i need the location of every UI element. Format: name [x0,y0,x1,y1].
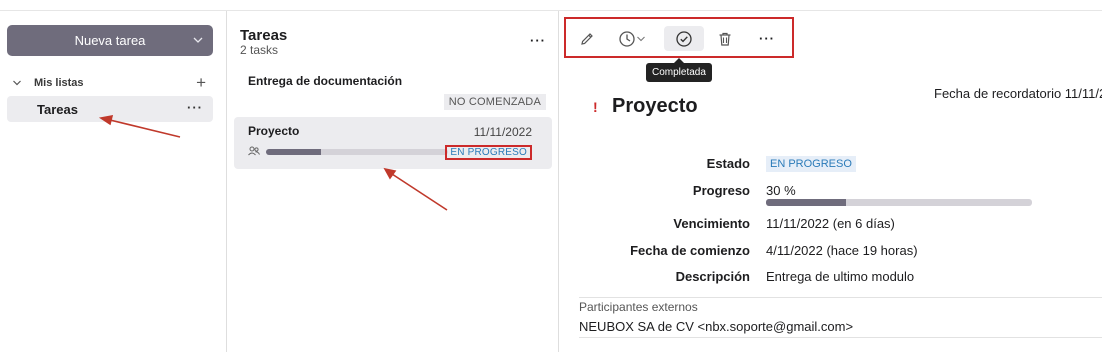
progress-bar[interactable] [766,199,1032,206]
vencimiento-value: 11/11/2022 (en 6 días) [766,216,895,231]
trash-icon [719,32,731,46]
group-label: Mis listas [34,77,84,89]
delete-button[interactable] [712,26,738,51]
people-icon [248,146,260,156]
comienzo-value: 4/11/2022 (hace 19 horas) [766,243,918,258]
chevron-down-icon [637,36,645,41]
reminder-button[interactable] [614,26,650,51]
task-date: 11/11/2022 [473,125,532,139]
my-lists-group[interactable]: Mis listas + [12,74,212,92]
task-count: 2 tasks [240,43,279,57]
complete-button[interactable] [664,26,704,51]
task-name: Proyecto [248,124,300,138]
page-title: Proyecto [612,95,698,117]
more-icon[interactable]: ··· [187,100,203,115]
comienzo-label: Fecha de comienzo [630,243,750,258]
plus-icon[interactable]: + [196,74,206,91]
descripcion-value: Entrega de ultimo modulo [766,269,915,284]
status-badge: NO COMENZADA [443,94,546,110]
vencimiento-label: Vencimiento [673,216,750,231]
priority-mark: ! [593,99,598,115]
list-item[interactable]: Proyecto 11/11/2022 EN PROGRESO [234,117,552,169]
list-title: Tareas [240,27,288,44]
more-icon[interactable]: ··· [754,26,780,51]
task-name: Entrega de documentación [248,74,403,88]
divider [579,297,1102,298]
sidebar-item-tareas[interactable]: Tareas ··· [7,96,213,122]
external-participants-label: Participantes externos [579,300,698,314]
edit-button[interactable] [574,26,600,51]
tooltip: Completada [646,58,712,82]
descripcion-label: Descripción [675,269,750,284]
task-toolbar: ··· [564,17,794,58]
progress-fill [266,149,321,155]
sidebar: Nueva tarea Mis listas + Tareas ··· [0,11,227,352]
more-icon[interactable]: ··· [530,33,546,48]
chevron-down-icon[interactable] [192,34,204,46]
progreso-value: 30 % [766,183,796,198]
task-detail-panel: ··· Completada Fecha de recordatorio 11/… [560,11,1102,352]
divider [579,337,1102,338]
list-item[interactable]: Entrega de documentación NO COMENZADA [234,67,552,113]
progreso-label: Progreso [692,183,750,198]
external-participants-value: NEUBOX SA de CV <nbx.soporte@gmail.com> [579,319,854,334]
new-task-label: Nueva tarea [74,33,146,48]
task-list-panel: Tareas 2 tasks ··· Entrega de documentac… [228,11,559,352]
status-badge: EN PROGRESO [766,156,856,172]
pencil-icon [581,32,593,45]
estado-label: Estado [706,156,750,171]
check-circle-icon [676,30,692,47]
sidebar-item-label: Tareas [37,101,78,117]
new-task-button[interactable]: Nueva tarea [7,25,213,56]
clock-icon [619,30,635,47]
chevron-down-icon[interactable] [12,78,22,88]
reminder-date: Fecha de recordatorio 11/11/20 [934,86,1102,101]
progress-fill [766,199,846,206]
progress-bar [266,149,448,155]
status-badge: EN PROGRESO [445,145,532,160]
